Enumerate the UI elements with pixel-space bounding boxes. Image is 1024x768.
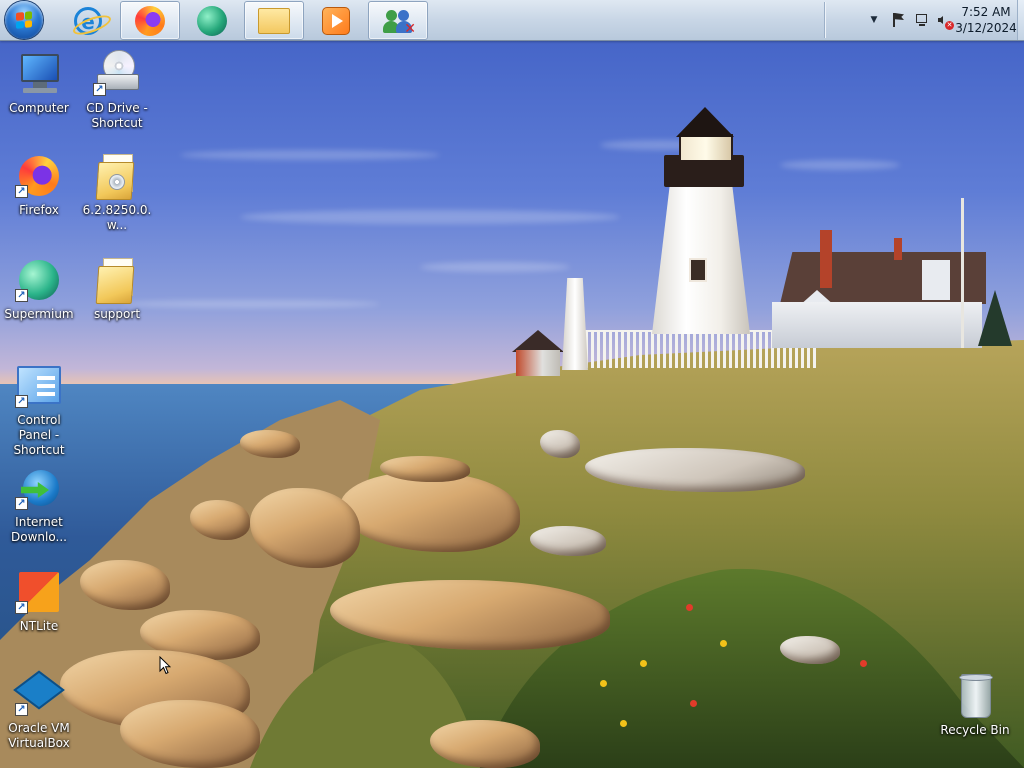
desktop-icon-support-folder[interactable]: support (78, 256, 156, 322)
taskbar-button-user-accounts[interactable]: ✕ (368, 1, 428, 40)
desktop-icon-label: Supermium (4, 307, 74, 321)
desktop-icon-folder-6-2-8250[interactable]: 6.2.8250.0.w... (78, 152, 156, 233)
shortcut-arrow-icon: ↗ (15, 289, 28, 302)
users-icon: ✕ (382, 7, 416, 37)
desktop-icon-label: Computer (9, 101, 69, 115)
shortcut-arrow-icon: ↗ (15, 395, 28, 408)
media-player-icon (322, 6, 350, 35)
firefox-icon: ↗ (15, 152, 63, 200)
taskbar-button-media-player[interactable] (306, 1, 366, 40)
folder-icon (93, 256, 141, 304)
internet-explorer-icon: e (70, 6, 114, 38)
taskbar-button-file-explorer[interactable] (244, 1, 304, 40)
taskbar-button-firefox[interactable] (120, 1, 180, 40)
desktop-icon-label: support (93, 307, 141, 321)
ntlite-icon: ↗ (15, 568, 63, 616)
desktop-icon-supermium[interactable]: ↗ Supermium (0, 256, 78, 322)
desktop-icon-ntlite[interactable]: ↗ NTLite (0, 568, 78, 634)
taskbar-button-supermium[interactable] (182, 1, 242, 40)
desktop-icon-label: Internet Downlo... (11, 515, 67, 544)
clock-time: 7:52 AM (961, 5, 1011, 19)
desktop-icon-label: Firefox (19, 203, 59, 217)
control-panel-icon: ↗ (15, 362, 63, 410)
shortcut-arrow-icon: ↗ (15, 703, 28, 716)
taskbar: e ✕ ▼ ✕ 7:52 AM 3/12/2024 (0, 0, 1024, 41)
notification-area: ▼ ✕ 7:52 AM 3/12/2024 (824, 0, 1024, 40)
shortcut-arrow-icon: ↗ (15, 497, 28, 510)
supermium-icon (197, 5, 227, 36)
desktop-icon-computer[interactable]: Computer (0, 50, 78, 116)
cd-drive-icon: ↗ (93, 50, 141, 98)
desktop-icon-control-panel-shortcut[interactable]: ↗ Control Panel - Shortcut (0, 362, 78, 458)
firefox-icon (135, 5, 165, 36)
desktop-icon-label: Recycle Bin (940, 723, 1010, 737)
desktop-icon-label: CD Drive - Shortcut (86, 101, 148, 130)
recycle-bin-icon (951, 672, 999, 720)
desktop-icon-cd-drive-shortcut[interactable]: ↗ CD Drive - Shortcut (78, 50, 156, 131)
shortcut-arrow-icon: ↗ (15, 601, 28, 614)
shortcut-arrow-icon: ↗ (93, 83, 106, 96)
action-center-flag-icon[interactable] (890, 12, 906, 28)
folder-icon (93, 152, 141, 200)
taskbar-button-internet-explorer[interactable]: e (58, 1, 118, 40)
desktop-icon-label: Oracle VM VirtualBox (8, 721, 70, 750)
start-button[interactable] (5, 1, 43, 39)
folder-icon (258, 7, 290, 34)
clock[interactable]: 7:52 AM 3/12/2024 (951, 4, 1021, 36)
windows-logo-icon (16, 11, 32, 29)
clock-date: 3/12/2024 (955, 21, 1017, 35)
shortcut-arrow-icon: ↗ (15, 185, 28, 198)
desktop-icon-recycle-bin[interactable]: Recycle Bin (936, 672, 1014, 738)
supermium-icon: ↗ (15, 256, 63, 304)
computer-icon (15, 50, 63, 98)
virtualbox-icon: ↗ (13, 670, 65, 718)
network-icon[interactable] (914, 12, 930, 28)
desktop-icon-label: NTLite (19, 619, 59, 633)
desktop-icon-virtualbox[interactable]: ↗ Oracle VM VirtualBox (0, 670, 78, 751)
desktop-icon-label: Control Panel - Shortcut (13, 413, 65, 457)
desktop-icon-internet-download-manager[interactable]: ↗ Internet Downlo... (0, 464, 78, 545)
desktop-icon-label: 6.2.8250.0.w... (82, 203, 152, 232)
desktop-icon-firefox[interactable]: ↗ Firefox (0, 152, 78, 218)
internet-download-manager-icon: ↗ (15, 464, 63, 512)
mouse-cursor-icon (159, 655, 172, 679)
show-desktop-button[interactable] (1017, 0, 1024, 40)
show-hidden-icons-chevron-icon[interactable]: ▼ (866, 12, 882, 28)
